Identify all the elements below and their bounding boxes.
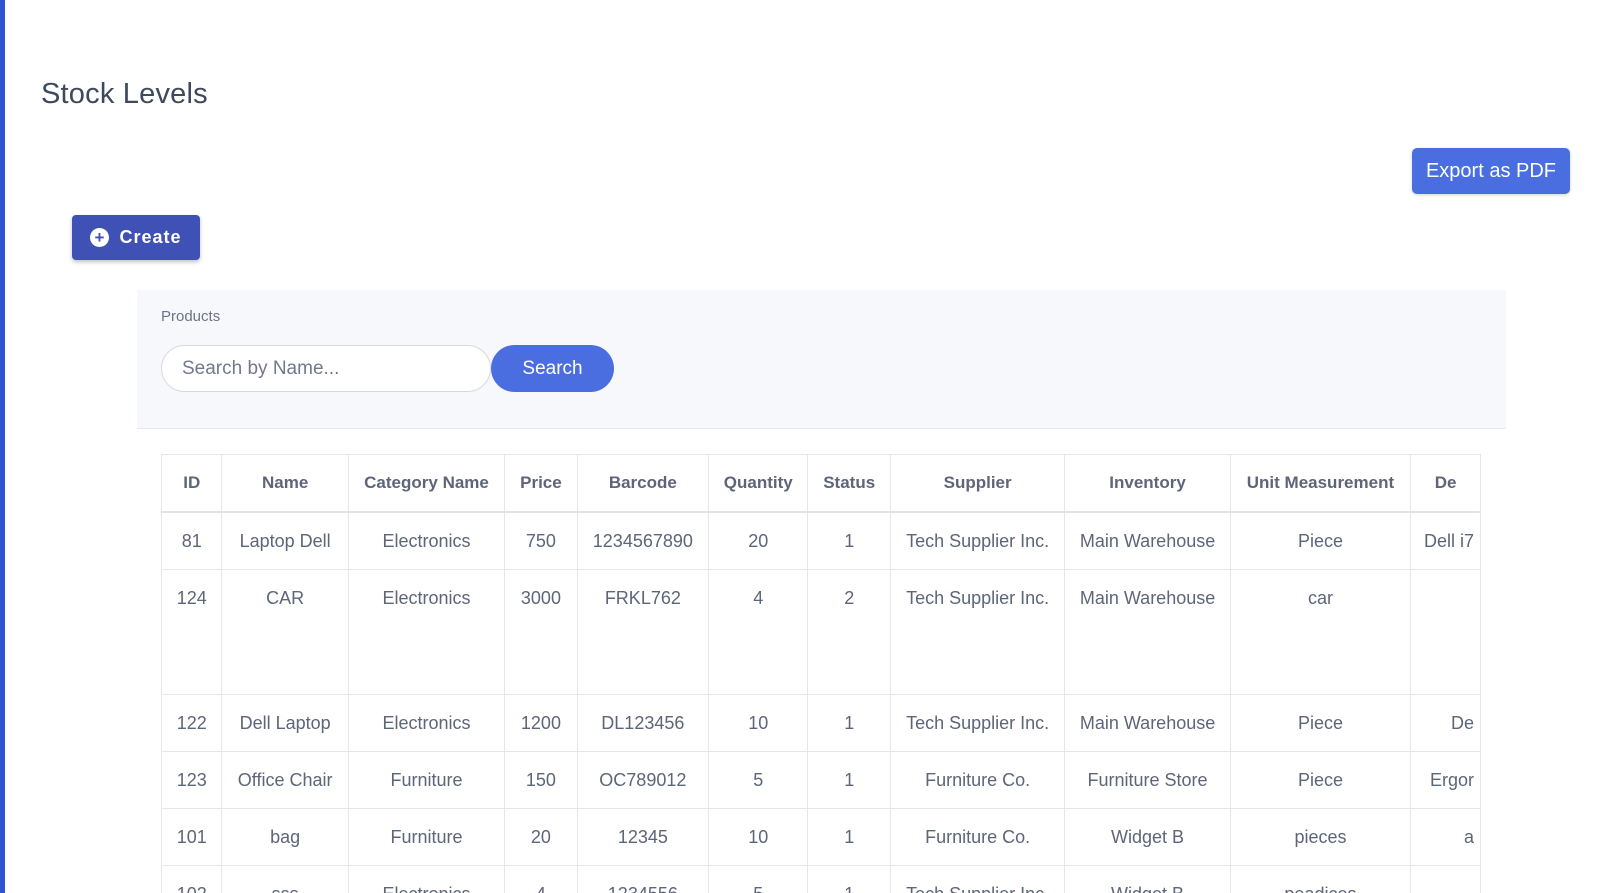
column-header-supplier[interactable]: Supplier <box>889 454 1066 513</box>
cell-quantity: 5 <box>708 751 809 809</box>
plus-circle-icon: + <box>90 228 110 247</box>
column-header-barcode[interactable]: Barcode <box>576 454 710 513</box>
cell-description: a <box>1410 808 1481 866</box>
products-search-panel: Products Search <box>137 290 1506 429</box>
cell-inventory: Main Warehouse <box>1064 511 1231 570</box>
cell-supplier: Tech Supplier Inc. <box>889 694 1066 752</box>
table-row[interactable]: 101 bag Furniture 20 12345 10 1 Furniture Co. Wi… <box>161 808 1481 866</box>
cell-unit-measurement: peadices <box>1229 865 1412 893</box>
cell-description <box>1410 865 1481 893</box>
products-table: ID Name Category Name Price Barcode Quantity S… <box>161 454 1481 893</box>
cell-category-name: Furniture <box>347 751 506 809</box>
column-header-name[interactable]: Name <box>221 454 349 513</box>
cell-supplier: Tech Supplier Inc. <box>889 569 1066 695</box>
cell-status: 1 <box>807 511 891 570</box>
products-label: Products <box>161 308 221 325</box>
table-row[interactable]: 124 CAR Electronics 3000 FRKL762 4 2 Tech Suppl… <box>161 569 1481 695</box>
page-title: Stock Levels <box>41 78 208 110</box>
cell-name: CAR <box>221 569 349 695</box>
cell-price: 750 <box>504 511 578 570</box>
cell-category-name: Electronics <box>347 569 506 695</box>
export-pdf-button[interactable]: Export as PDF <box>1412 148 1570 194</box>
cell-quantity: 10 <box>708 808 809 866</box>
cell-price: 150 <box>504 751 578 809</box>
cell-status: 1 <box>807 694 891 752</box>
create-button-label: Create <box>119 227 182 247</box>
cell-category-name: Electronics <box>347 511 506 570</box>
cell-quantity: 5 <box>708 865 809 893</box>
cell-barcode: DL123456 <box>576 694 710 752</box>
cell-category-name: Electronics <box>347 694 506 752</box>
column-header-unit-measurement[interactable]: Unit Measurement <box>1229 454 1412 513</box>
column-header-description[interactable]: De <box>1410 454 1481 513</box>
cell-inventory: Main Warehouse <box>1064 569 1231 695</box>
cell-unit-measurement: pieces <box>1229 808 1412 866</box>
cell-status: 1 <box>807 808 891 866</box>
cell-quantity: 20 <box>708 511 809 570</box>
table-row[interactable]: 123 Office Chair Furniture 150 OC789012 5 1 Fur… <box>161 751 1481 809</box>
cell-quantity: 4 <box>708 569 809 695</box>
cell-unit-measurement: car <box>1229 569 1412 695</box>
cell-barcode: 1234556 <box>576 865 710 893</box>
cell-price: 1200 <box>504 694 578 752</box>
cell-description: De <box>1410 694 1481 752</box>
cell-supplier: Furniture Co. <box>889 751 1066 809</box>
search-button[interactable]: Search <box>491 345 614 392</box>
cell-unit-measurement: Piece <box>1229 694 1412 752</box>
cell-name: sss <box>221 865 349 893</box>
cell-status: 2 <box>807 569 891 695</box>
cell-price: 20 <box>504 808 578 866</box>
cell-inventory: Main Warehouse <box>1064 694 1231 752</box>
cell-id: 122 <box>161 694 223 752</box>
page: Stock Levels Export as PDF + Create Prod… <box>0 0 1615 893</box>
cell-supplier: Furniture Co. <box>889 808 1066 866</box>
column-header-quantity[interactable]: Quantity <box>708 454 809 513</box>
products-table-container[interactable]: ID Name Category Name Price Barcode Quantity S… <box>161 454 1481 893</box>
column-header-status[interactable]: Status <box>807 454 891 513</box>
table-row[interactable]: 102sssElectronics4123455651Tech Supplier… <box>161 865 1481 893</box>
cell-quantity: 10 <box>708 694 809 752</box>
cell-barcode: 1234567890 <box>576 511 710 570</box>
cell-category-name: Furniture <box>347 808 506 866</box>
column-header-category-name[interactable]: Category Name <box>347 454 506 513</box>
cell-supplier: Tech Supplier Inc. <box>889 511 1066 570</box>
cell-inventory: Widget B <box>1064 808 1231 866</box>
cell-description <box>1410 569 1481 695</box>
cell-name: Dell Laptop <box>221 694 349 752</box>
cell-supplier: Tech Supplier Inc. <box>889 865 1066 893</box>
cell-unit-measurement: Piece <box>1229 511 1412 570</box>
cell-barcode: FRKL762 <box>576 569 710 695</box>
cell-price: 4 <box>504 865 578 893</box>
cell-status: 1 <box>807 751 891 809</box>
cell-id: 81 <box>161 511 223 570</box>
column-header-id[interactable]: ID <box>161 454 223 513</box>
cell-description: Dell i7 <box>1410 511 1481 570</box>
column-header-price[interactable]: Price <box>504 454 578 513</box>
cell-category-name: Electronics <box>347 865 506 893</box>
cell-status: 1 <box>807 865 891 893</box>
table-header-row: ID Name Category Name Price Barcode Quantity S… <box>161 454 1481 513</box>
table-row[interactable]: 81 Laptop Dell Electronics 750 1234567890 20 1… <box>161 511 1481 570</box>
cell-id: 123 <box>161 751 223 809</box>
cell-inventory: Furniture Store <box>1064 751 1231 809</box>
cell-id: 124 <box>161 569 223 695</box>
create-button[interactable]: + Create <box>72 215 200 260</box>
cell-name: Office Chair <box>221 751 349 809</box>
cell-name: bag <box>221 808 349 866</box>
cell-price: 3000 <box>504 569 578 695</box>
cell-unit-measurement: Piece <box>1229 751 1412 809</box>
cell-description: Ergor <box>1410 751 1481 809</box>
cell-barcode: 12345 <box>576 808 710 866</box>
cell-id: 101 <box>161 808 223 866</box>
cell-name: Laptop Dell <box>221 511 349 570</box>
cell-id: 102 <box>161 865 223 893</box>
column-header-inventory[interactable]: Inventory <box>1064 454 1231 513</box>
search-input[interactable] <box>161 345 491 392</box>
left-accent-strip <box>0 0 5 893</box>
cell-inventory: Widget B <box>1064 865 1231 893</box>
table-row[interactable]: 122 Dell Laptop Electronics 1200 DL123456 10 1… <box>161 694 1481 752</box>
cell-barcode: OC789012 <box>576 751 710 809</box>
